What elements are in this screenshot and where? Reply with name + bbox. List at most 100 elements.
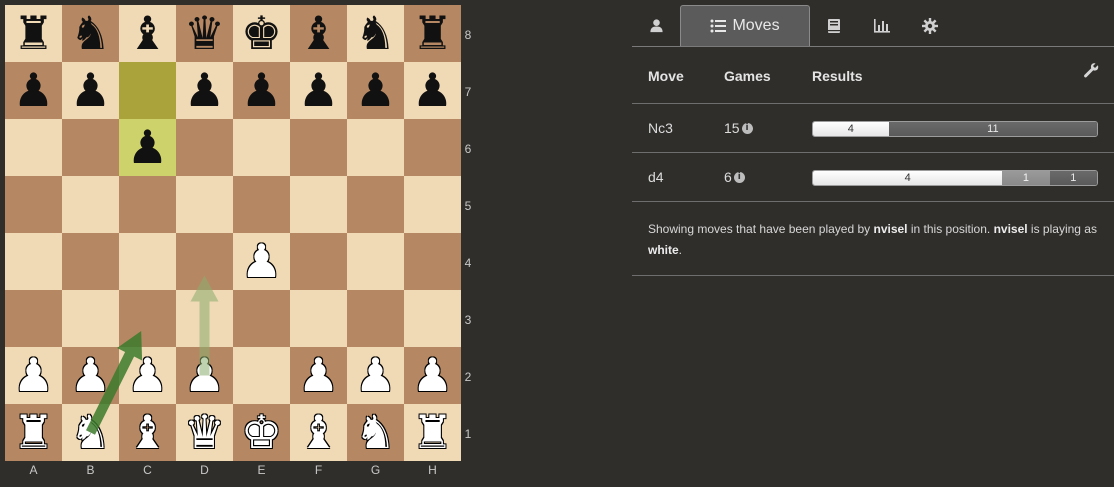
black-king-icon[interactable]: ♚ [233, 5, 290, 62]
black-knight-icon[interactable]: ♞ [347, 5, 404, 62]
square-h3[interactable] [404, 290, 461, 347]
square-a2[interactable]: ♟ [5, 347, 62, 404]
black-rook-icon[interactable]: ♜ [404, 5, 461, 62]
square-g7[interactable]: ♟ [347, 62, 404, 119]
black-pawn-icon[interactable]: ♟ [347, 62, 404, 119]
square-b4[interactable] [62, 233, 119, 290]
square-a1[interactable]: ♜ [5, 404, 62, 461]
white-pawn-icon[interactable]: ♟ [404, 347, 461, 404]
square-a4[interactable] [5, 233, 62, 290]
square-d4[interactable] [176, 233, 233, 290]
square-g3[interactable] [347, 290, 404, 347]
chess-board[interactable]: ♜ ♞ ♝ ♛ ♚ ♝ ♞ ♜ ♟ ♟ ♟ ♟ ♟ ♟ ♟ ♟ ♟ ♟ ♟ ♟ ♟ ♟ ♟ ♟ ♜ ♞ ♝ ♛ ♚ ♝ ♞ ♜ [5, 5, 461, 461]
square-b3[interactable] [62, 290, 119, 347]
square-h1[interactable]: ♜ [404, 404, 461, 461]
square-b6[interactable] [62, 119, 119, 176]
square-b8[interactable]: ♞ [62, 5, 119, 62]
white-rook-icon[interactable]: ♜ [404, 404, 461, 461]
square-h6[interactable] [404, 119, 461, 176]
black-rook-icon[interactable]: ♜ [5, 5, 62, 62]
square-e1[interactable]: ♚ [233, 404, 290, 461]
info-icon[interactable]: i [733, 171, 745, 183]
black-bishop-icon[interactable]: ♝ [290, 5, 347, 62]
square-g1[interactable]: ♞ [347, 404, 404, 461]
info-icon[interactable]: i [741, 122, 753, 134]
square-f1[interactable]: ♝ [290, 404, 347, 461]
square-a5[interactable] [5, 176, 62, 233]
black-bishop-icon[interactable]: ♝ [119, 5, 176, 62]
move-row[interactable]: Nc3 15 i 4 11 [632, 103, 1114, 153]
square-c4[interactable] [119, 233, 176, 290]
black-pawn-icon[interactable]: ♟ [233, 62, 290, 119]
square-c8[interactable]: ♝ [119, 5, 176, 62]
square-g8[interactable]: ♞ [347, 5, 404, 62]
white-pawn-icon[interactable]: ♟ [290, 347, 347, 404]
square-c7[interactable] [119, 62, 176, 119]
black-pawn-icon[interactable]: ♟ [5, 62, 62, 119]
black-queen-icon[interactable]: ♛ [176, 5, 233, 62]
square-a8[interactable]: ♜ [5, 5, 62, 62]
white-bishop-icon[interactable]: ♝ [119, 404, 176, 461]
square-f4[interactable] [290, 233, 347, 290]
square-f2[interactable]: ♟ [290, 347, 347, 404]
white-pawn-icon[interactable]: ♟ [233, 233, 290, 290]
square-a7[interactable]: ♟ [5, 62, 62, 119]
square-h4[interactable] [404, 233, 461, 290]
square-g6[interactable] [347, 119, 404, 176]
square-d5[interactable] [176, 176, 233, 233]
square-a3[interactable] [5, 290, 62, 347]
white-pawn-icon[interactable]: ♟ [5, 347, 62, 404]
square-g2[interactable]: ♟ [347, 347, 404, 404]
square-e3[interactable] [233, 290, 290, 347]
white-pawn-icon[interactable]: ♟ [119, 347, 176, 404]
tab-settings[interactable] [906, 5, 954, 46]
white-rook-icon[interactable]: ♜ [5, 404, 62, 461]
square-d1[interactable]: ♛ [176, 404, 233, 461]
white-bishop-icon[interactable]: ♝ [290, 404, 347, 461]
square-e4[interactable]: ♟ [233, 233, 290, 290]
square-d3[interactable] [176, 290, 233, 347]
square-b2[interactable]: ♟ [62, 347, 119, 404]
black-pawn-icon[interactable]: ♟ [290, 62, 347, 119]
square-b7[interactable]: ♟ [62, 62, 119, 119]
wrench-icon[interactable] [1083, 62, 1099, 78]
square-a6[interactable] [5, 119, 62, 176]
white-pawn-icon[interactable]: ♟ [347, 347, 404, 404]
square-d2[interactable]: ♟ [176, 347, 233, 404]
square-g5[interactable] [347, 176, 404, 233]
black-pawn-icon[interactable]: ♟ [404, 62, 461, 119]
white-king-icon[interactable]: ♚ [233, 404, 290, 461]
square-g4[interactable] [347, 233, 404, 290]
square-f8[interactable]: ♝ [290, 5, 347, 62]
square-b5[interactable] [62, 176, 119, 233]
tab-openings[interactable] [810, 5, 858, 46]
black-pawn-icon[interactable]: ♟ [119, 119, 176, 176]
square-c1[interactable]: ♝ [119, 404, 176, 461]
black-knight-icon[interactable]: ♞ [62, 5, 119, 62]
white-pawn-icon[interactable]: ♟ [62, 347, 119, 404]
square-c6[interactable]: ♟ [119, 119, 176, 176]
square-e8[interactable]: ♚ [233, 5, 290, 62]
square-c5[interactable] [119, 176, 176, 233]
square-d6[interactable] [176, 119, 233, 176]
tab-moves[interactable]: Moves [680, 5, 810, 46]
move-row[interactable]: d4 6 i 4 1 1 [632, 152, 1114, 202]
square-d7[interactable]: ♟ [176, 62, 233, 119]
white-pawn-icon[interactable]: ♟ [176, 347, 233, 404]
square-b1[interactable]: ♞ [62, 404, 119, 461]
square-h2[interactable]: ♟ [404, 347, 461, 404]
square-f7[interactable]: ♟ [290, 62, 347, 119]
white-knight-icon[interactable]: ♞ [62, 404, 119, 461]
square-h8[interactable]: ♜ [404, 5, 461, 62]
square-f3[interactable] [290, 290, 347, 347]
black-pawn-icon[interactable]: ♟ [62, 62, 119, 119]
square-h5[interactable] [404, 176, 461, 233]
white-knight-icon[interactable]: ♞ [347, 404, 404, 461]
tab-stats[interactable] [858, 5, 906, 46]
square-c3[interactable] [119, 290, 176, 347]
square-d8[interactable]: ♛ [176, 5, 233, 62]
white-queen-icon[interactable]: ♛ [176, 404, 233, 461]
square-h7[interactable]: ♟ [404, 62, 461, 119]
square-e7[interactable]: ♟ [233, 62, 290, 119]
square-e5[interactable] [233, 176, 290, 233]
